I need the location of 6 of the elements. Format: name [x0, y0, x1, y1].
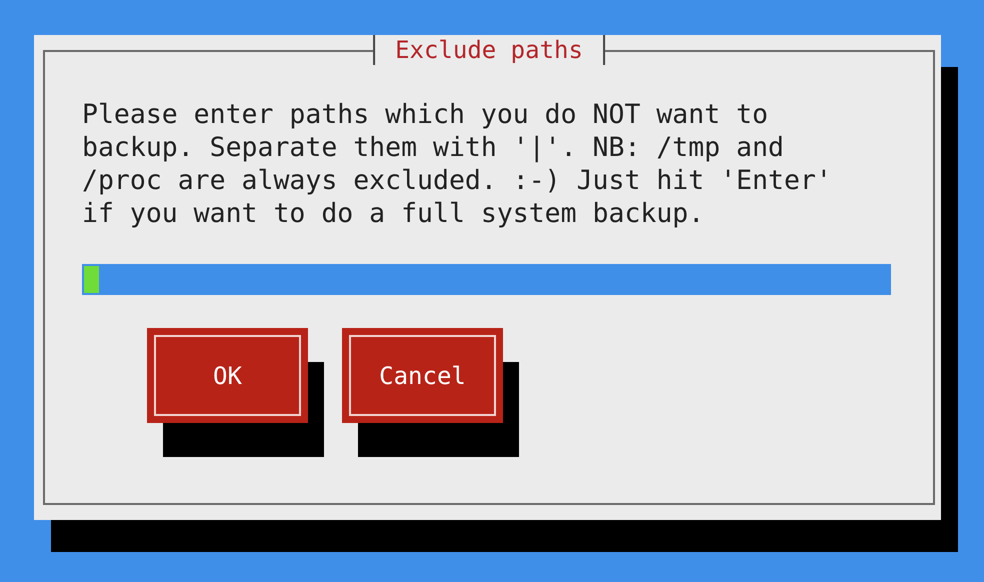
dialog-message: Please enter paths which you do NOT want to backup. Separate them with '|'. NB: /tmp and /proc are always excluded. :-) Just hit 'Enter' if you want to do a full system backup. — [82, 98, 833, 230]
input-field[interactable] — [82, 264, 891, 295]
dialog-button[interactable]: OK — [147, 328, 308, 423]
dialog-title: Exclude paths — [373, 35, 605, 65]
text-cursor — [84, 266, 99, 293]
dialog-button[interactable]: Cancel — [342, 328, 503, 423]
